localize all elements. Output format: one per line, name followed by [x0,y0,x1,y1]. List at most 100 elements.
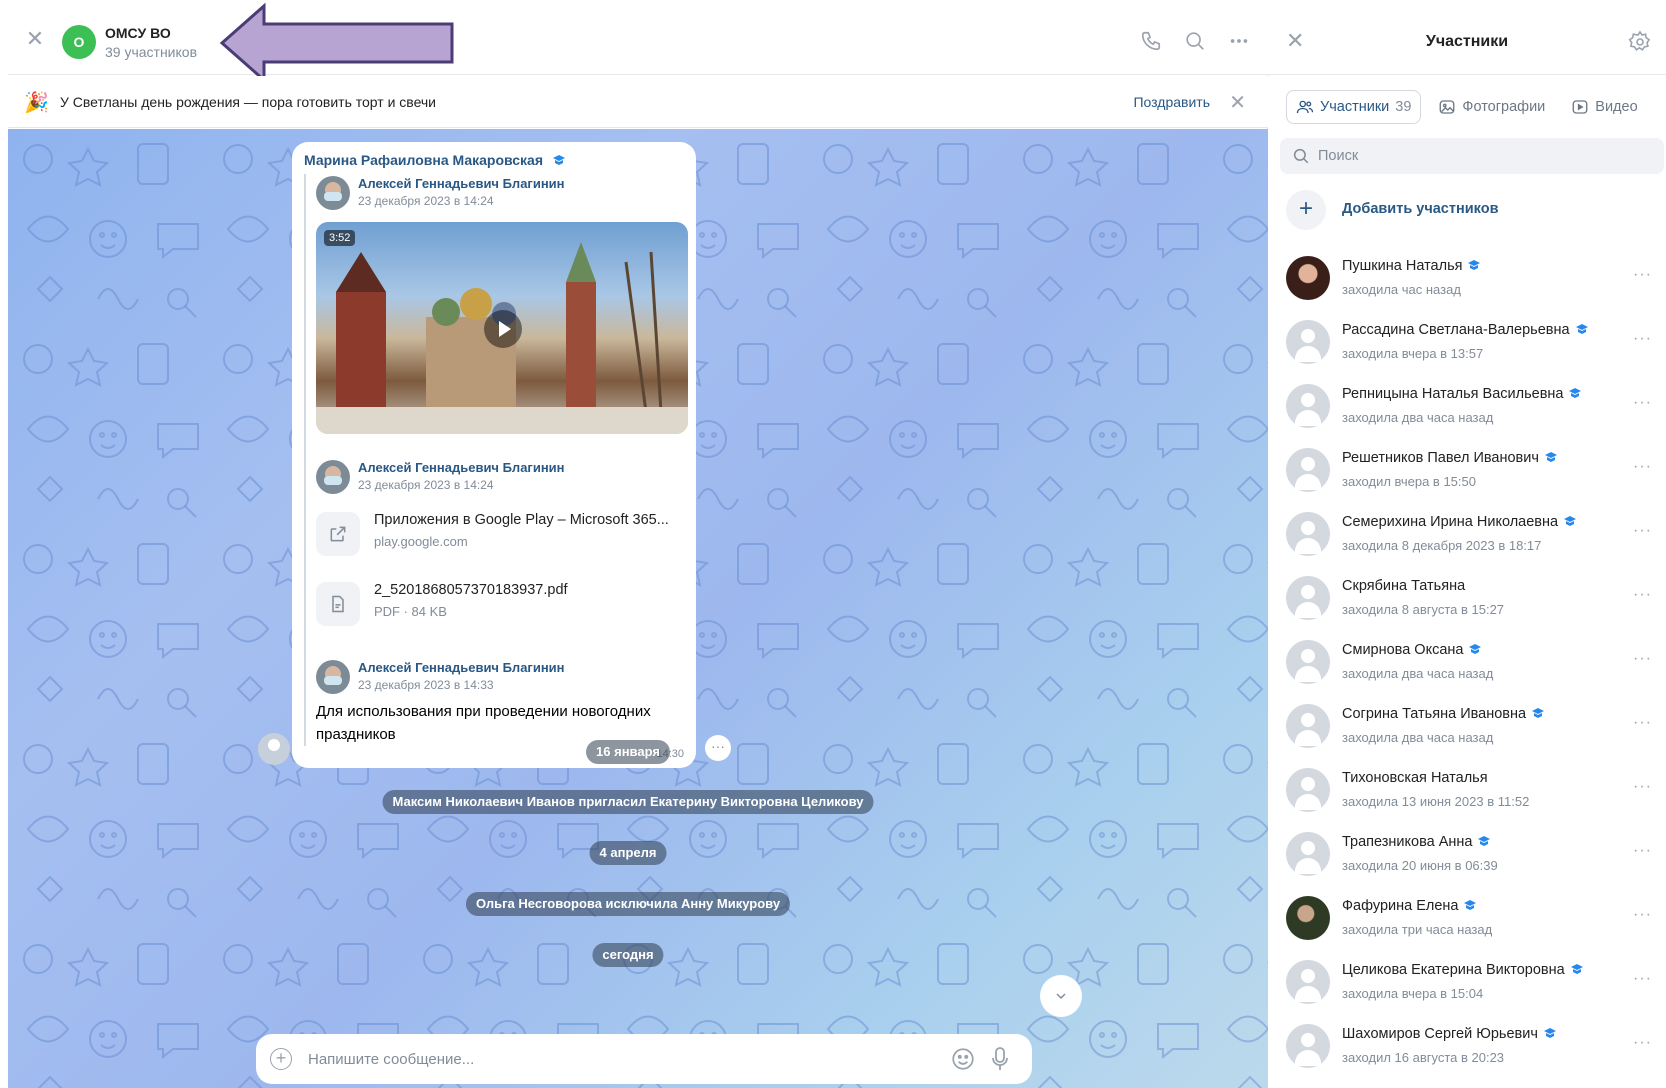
list-item[interactable]: Согрина Татьяна Ивановна заходила два ча… [1268,694,1666,758]
chat-avatar[interactable]: О [62,25,96,59]
avatar[interactable] [1286,320,1330,364]
play-icon[interactable] [484,310,522,348]
more-icon[interactable]: ··· [1633,970,1652,988]
scroll-down-button[interactable] [1040,975,1082,1017]
member-name[interactable]: Шахомиров Сергей Юрьевич [1342,1026,1556,1042]
list-item[interactable]: Рассадина Светлана-Валерьевна заходила в… [1268,310,1666,374]
avatar[interactable] [1286,384,1330,428]
list-item[interactable]: Фафурина Елена заходила три часа назад ·… [1268,886,1666,950]
forward-author[interactable]: Алексей Геннадьевич Благинин [358,176,565,191]
more-icon[interactable]: ··· [1633,394,1652,412]
list-item[interactable]: Шахомиров Сергей Юрьевич заходил 16 авгу… [1268,1014,1666,1078]
forward-author[interactable]: Алексей Геннадьевич Благинин [358,660,565,675]
member-name[interactable]: Тихоновская Наталья [1342,770,1488,786]
members-list: Пушкина Наталья заходила час назад ··· Р… [1268,246,1666,1078]
avatar[interactable] [1286,1024,1330,1068]
close-icon[interactable]: ✕ [1229,90,1246,115]
member-name[interactable]: Решетников Павел Иванович [1342,450,1557,466]
avatar[interactable] [1286,512,1330,556]
more-icon[interactable]: ··· [1633,522,1652,540]
message-input[interactable] [308,1047,868,1071]
avatar[interactable] [1286,832,1330,876]
avatar[interactable] [1286,640,1330,684]
file-attachment[interactable]: 2_5201868057370183937.pdf PDF · 84 KB [316,574,684,636]
avatar[interactable] [1286,448,1330,492]
sender-avatar[interactable] [258,733,290,765]
avatar[interactable] [1286,256,1330,300]
attach-plus-icon[interactable]: + [270,1048,292,1070]
message-more-icon[interactable]: ··· [705,735,731,761]
search-icon[interactable] [1184,30,1206,52]
more-icon[interactable] [1228,30,1250,52]
congratulate-button[interactable]: Поздравить [1133,94,1210,110]
member-status: заходила 8 декабря 2023 в 18:17 [1342,538,1542,553]
more-icon[interactable]: ··· [1633,842,1652,860]
more-icon[interactable]: ··· [1633,714,1652,732]
tab-video[interactable]: Видео [1562,90,1646,124]
member-name[interactable]: Репницына Наталья Васильевна [1342,386,1582,402]
avatar[interactable] [316,460,350,494]
list-item[interactable]: Смирнова Оксана заходила два часа назад … [1268,630,1666,694]
message-author[interactable]: Марина Рафаиловна Макаровская [304,152,684,168]
chat-member-count[interactable]: 39 участников [105,44,197,60]
more-icon[interactable]: ··· [1633,458,1652,476]
photo-icon [1439,100,1455,114]
list-item[interactable]: Решетников Павел Иванович заходил вчера … [1268,438,1666,502]
date-separator: 4 апреля [589,841,667,865]
service-message: Максим Николаевич Иванов пригласил Екате… [382,790,874,814]
search-icon [1292,147,1310,165]
chat-window: ✕ О ОМСУ ВО 39 участников 🎉 У Светланы д… [8,0,1268,1088]
member-name[interactable]: Смирнова Оксана [1342,642,1482,658]
more-icon[interactable]: ··· [1633,650,1652,668]
link-attachment[interactable]: Приложения в Google Play – Microsoft 365… [316,504,684,566]
member-name[interactable]: Целикова Екатерина Викторовна [1342,962,1583,978]
list-item[interactable]: Репницына Наталья Васильевна заходила дв… [1268,374,1666,438]
list-item[interactable]: Целикова Екатерина Викторовна заходила в… [1268,950,1666,1014]
member-name[interactable]: Скрябина Татьяна [1342,578,1465,594]
chat-title[interactable]: ОМСУ ВО [105,25,171,41]
chat-header: ✕ О ОМСУ ВО 39 участников [8,0,1268,84]
more-icon[interactable]: ··· [1633,778,1652,796]
gear-icon[interactable] [1628,30,1652,54]
microphone-icon[interactable] [990,1046,1010,1072]
member-name[interactable]: Рассадина Светлана-Валерьевна [1342,322,1588,338]
more-icon[interactable]: ··· [1633,1034,1652,1052]
more-icon[interactable]: ··· [1633,266,1652,284]
list-item[interactable]: Трапезникова Анна заходила 20 июня в 06:… [1268,822,1666,886]
more-icon[interactable]: ··· [1633,330,1652,348]
avatar[interactable] [1286,960,1330,1004]
list-item[interactable]: Тихоновская Наталья заходила 13 июня 202… [1268,758,1666,822]
file-name[interactable]: 2_5201868057370183937.pdf [374,582,568,598]
list-item[interactable]: Семерихина Ирина Николаевна заходила 8 д… [1268,502,1666,566]
more-icon[interactable]: ··· [1633,906,1652,924]
forward-author[interactable]: Алексей Геннадьевич Благинин [358,460,565,475]
member-name[interactable]: Согрина Татьяна Ивановна [1342,706,1545,722]
member-name[interactable]: Фафурина Елена [1342,898,1477,914]
link-title[interactable]: Приложения в Google Play – Microsoft 365… [374,512,669,528]
tab-members[interactable]: Участники 39 [1286,90,1422,124]
member-name[interactable]: Пушкина Наталья [1342,258,1481,274]
avatar[interactable] [316,660,350,694]
more-icon[interactable]: ··· [1633,586,1652,604]
message-bubble[interactable]: Марина Рафаиловна Макаровская Алексей Ге… [292,142,696,768]
video-attachment[interactable]: 3:52 [316,222,688,434]
external-link-icon [316,512,360,556]
header-actions [1140,30,1250,52]
avatar[interactable] [1286,576,1330,620]
phone-icon[interactable] [1140,30,1162,52]
education-badge-icon [1464,899,1477,911]
member-name[interactable]: Трапезникова Анна [1342,834,1491,850]
avatar[interactable] [1286,896,1330,940]
list-item[interactable]: Скрябина Татьяна заходила 8 августа в 15… [1268,566,1666,630]
close-icon[interactable]: ✕ [24,28,46,50]
search-input[interactable] [1318,145,1638,167]
list-item[interactable]: Пушкина Наталья заходила час назад ··· [1268,246,1666,310]
education-badge-icon [1570,963,1583,975]
avatar[interactable] [316,176,350,210]
avatar[interactable] [1286,704,1330,748]
tab-photos[interactable]: Фотографии [1429,90,1554,124]
avatar[interactable] [1286,768,1330,812]
emoji-icon[interactable] [950,1046,976,1072]
member-status: заходила час назад [1342,282,1461,297]
member-name[interactable]: Семерихина Ирина Николаевна [1342,514,1577,530]
